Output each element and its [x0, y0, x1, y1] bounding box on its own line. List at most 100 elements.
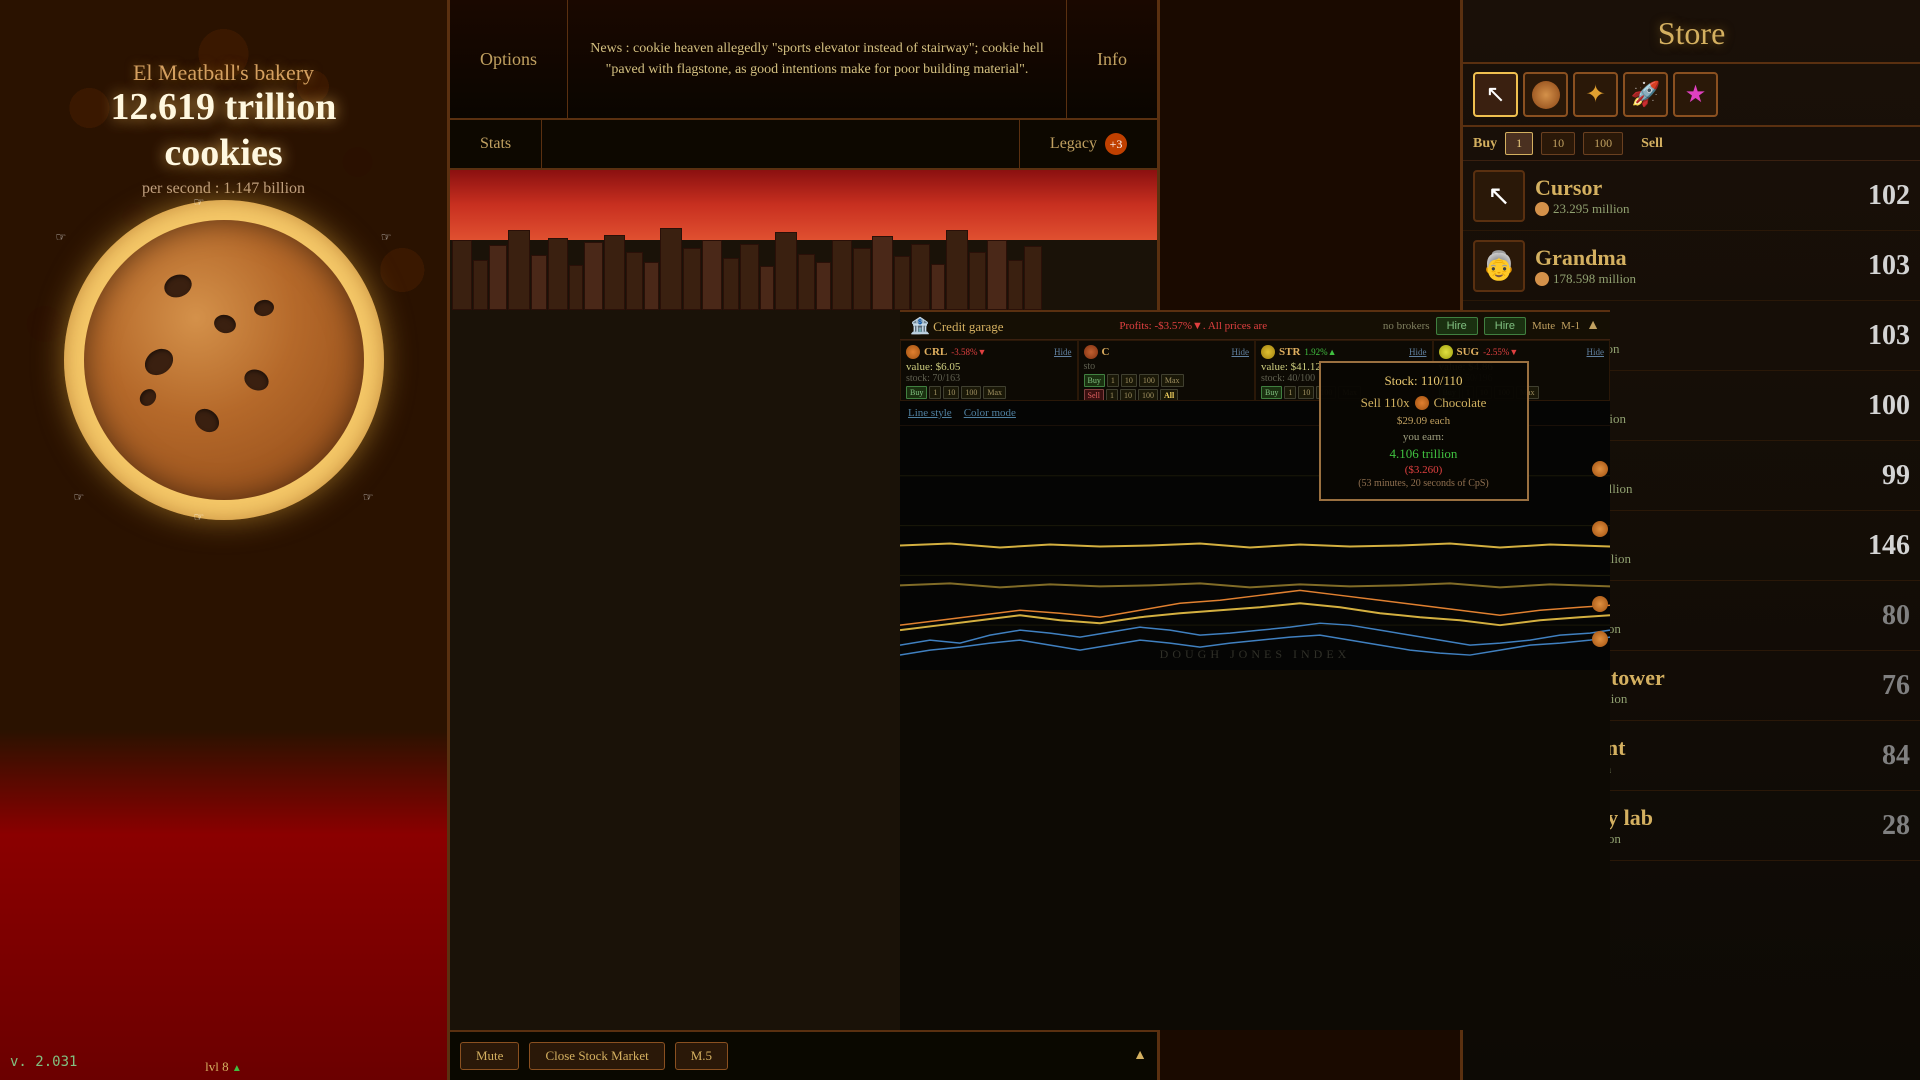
buy-100-btn[interactable]: 100 [1583, 132, 1623, 155]
building [832, 240, 852, 310]
building [1024, 246, 1042, 310]
str-ticker: STR [1279, 346, 1300, 358]
alchemy-count: 28 [1865, 810, 1910, 842]
cursor-cost-value: 23.295 million [1553, 201, 1630, 217]
str-change: 1.92%▲ [1304, 347, 1336, 357]
building [911, 244, 930, 310]
sug-icon [1439, 345, 1453, 359]
mute-btn[interactable]: Mute [460, 1042, 519, 1070]
expand-btn[interactable]: ▲ [1133, 1048, 1147, 1064]
tooltip-choc-icon [1415, 396, 1429, 410]
star-tool-btn[interactable]: ★ [1673, 72, 1718, 117]
str-buy-10[interactable]: 10 [1298, 386, 1314, 399]
stats-button[interactable]: Stats [450, 120, 542, 168]
building [1008, 260, 1023, 310]
crl-buy-btn[interactable]: Buy [906, 386, 927, 399]
building [702, 240, 722, 310]
mute-indicator[interactable]: Mute [1532, 320, 1555, 332]
sug-ticker: SUG [1457, 346, 1480, 358]
sun-tool-btn[interactable]: ✦ [1573, 72, 1618, 117]
str-hide[interactable]: Hide [1409, 347, 1427, 357]
str-buy-btn[interactable]: Buy [1261, 386, 1282, 399]
c-buy-btn[interactable]: Buy [1084, 374, 1105, 387]
c-hide[interactable]: Hide [1232, 347, 1250, 357]
grandma-cost-icon [1535, 272, 1549, 286]
building [584, 242, 603, 310]
c-icon [1084, 345, 1098, 359]
chart-cookie-4 [1592, 631, 1608, 647]
buy-1-btn[interactable]: 1 [1505, 132, 1533, 155]
shipment-count: 84 [1865, 740, 1910, 772]
cookie-tool-icon [1532, 81, 1560, 109]
crl-buy-100[interactable]: 100 [961, 386, 981, 399]
credit-garage-title: 🏦 Credit garage [910, 316, 1004, 336]
sug-hide[interactable]: Hide [1587, 347, 1605, 357]
sell-tooltip: Stock: 110/110 Sell 110x Chocolate $29.0… [1319, 361, 1529, 501]
sun-tool-icon: ✦ [1585, 80, 1605, 109]
legacy-button[interactable]: Legacy +3 [1019, 120, 1157, 168]
c-buy-100[interactable]: 100 [1139, 374, 1159, 387]
mine-count: 100 [1865, 390, 1910, 422]
legacy-label: Legacy [1050, 135, 1097, 153]
crl-hide[interactable]: Hide [1054, 347, 1072, 357]
grandma-cost: 178.598 million [1535, 271, 1855, 287]
store-item-grandma[interactable]: 👵 Grandma 178.598 million 103 [1463, 231, 1920, 301]
building [853, 248, 871, 310]
cookie-count: 12.619 trillion cookies [0, 85, 447, 176]
crl-value: value: $6.05 [906, 361, 1072, 373]
bottom-decoration [0, 730, 447, 1080]
building [548, 238, 568, 310]
info-button[interactable]: Info [1066, 0, 1157, 118]
no-brokers-text: no brokers [1383, 320, 1430, 332]
store-title: Store [1463, 0, 1920, 64]
c-ticker: C [1102, 346, 1110, 358]
close-stock-market-btn[interactable]: Close Stock Market [529, 1042, 664, 1070]
building [969, 252, 986, 310]
crl-buy-row: Buy 1 10 100 Max [906, 386, 1072, 399]
expand-icon[interactable]: ▲ [1586, 318, 1600, 334]
tooltip-earn-value: 4.106 trillion [1333, 446, 1515, 462]
building [946, 230, 968, 310]
star-tool-icon: ★ [1685, 80, 1707, 109]
cursor-cost: 23.295 million [1535, 201, 1855, 217]
color-mode-btn[interactable]: Color mode [964, 407, 1016, 419]
profits-info: Profits: -$3.57%▼. All prices are [1119, 320, 1267, 332]
cookie-count-unit: cookies [164, 132, 282, 174]
c-buy-max[interactable]: Max [1161, 374, 1184, 387]
building [660, 228, 682, 310]
tooltip-sell-text: Sell 110x [1361, 395, 1410, 411]
cookie-tool-btn[interactable] [1523, 72, 1568, 117]
game-visual-area [450, 170, 1157, 315]
earn-value-text: 4.106 trillion [1390, 446, 1458, 461]
hire-button[interactable]: Hire [1436, 317, 1478, 335]
buy-10-btn[interactable]: 10 [1541, 132, 1575, 155]
c-buy-10[interactable]: 10 [1121, 374, 1137, 387]
tooltip-time: (53 minutes, 20 seconds of CpS) [1333, 478, 1515, 489]
tooltip-title: Stock: 110/110 [1333, 373, 1515, 389]
c-buy-1[interactable]: 1 [1107, 374, 1119, 387]
str-buy-1[interactable]: 1 [1284, 386, 1296, 399]
main-cookie[interactable]: ☞ ☞ ☞ ☞ ☞ ☞ [64, 200, 384, 520]
building [626, 252, 643, 310]
hire-button-2[interactable]: Hire [1484, 317, 1526, 335]
rocket-tool-btn[interactable]: 🚀 [1623, 72, 1668, 117]
c-stock: sto [1084, 361, 1250, 372]
cursor-tool-btn[interactable]: ↖ [1473, 72, 1518, 117]
store-item-cursor[interactable]: ↖ Cursor 23.295 million 102 [1463, 161, 1920, 231]
building [508, 230, 530, 310]
building [531, 255, 547, 310]
m5-btn[interactable]: M.5 [675, 1042, 728, 1070]
crl-buy-10[interactable]: 10 [943, 386, 959, 399]
farm-count: 103 [1865, 320, 1910, 352]
crl-buy-max[interactable]: Max [983, 386, 1006, 399]
buy-label: Buy [1473, 136, 1497, 152]
options-button[interactable]: Options [450, 0, 568, 118]
legacy-badge: +3 [1105, 133, 1127, 155]
grandma-cost-value: 178.598 million [1553, 271, 1636, 287]
crl-buy-1[interactable]: 1 [929, 386, 941, 399]
line-style-btn[interactable]: Line style [908, 407, 952, 419]
cursor-name: Cursor [1535, 175, 1855, 201]
building [569, 265, 583, 310]
tooltip-price: $29.09 each [1333, 415, 1515, 427]
level-text: lvl 8 [205, 1059, 228, 1074]
